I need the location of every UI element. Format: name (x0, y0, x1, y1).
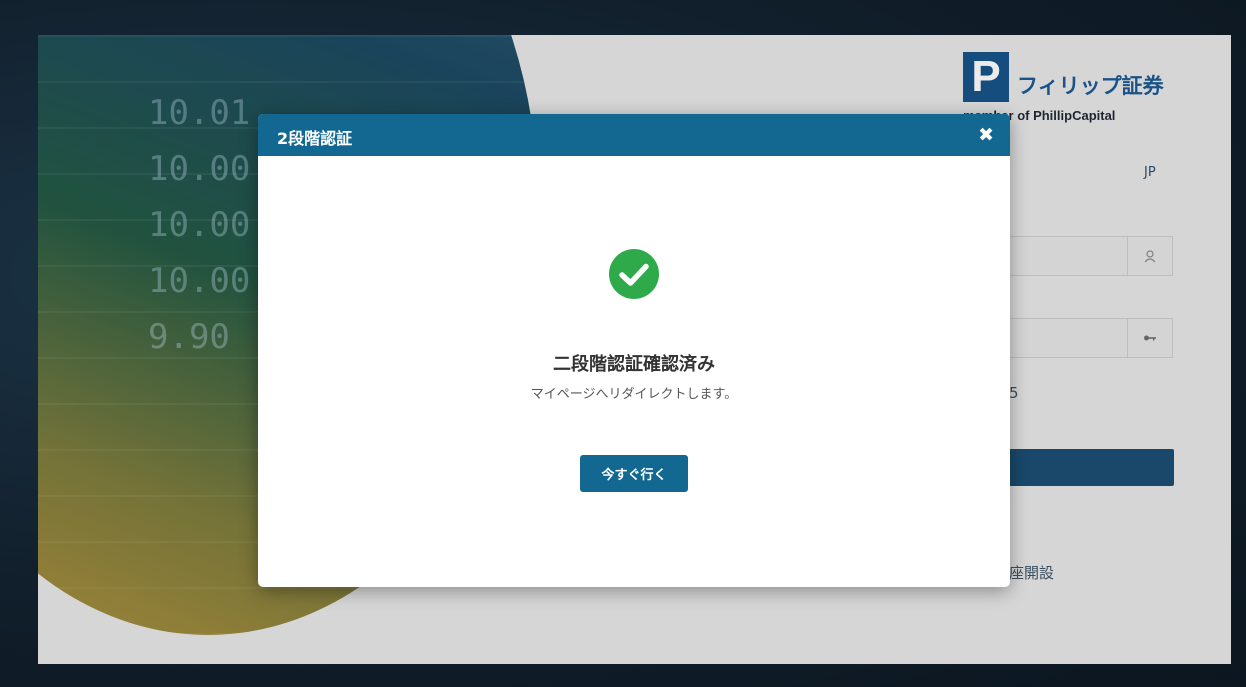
two-factor-modal: 2段階認証 ✖ 二段階認証確認済み マイページへリダイレクトします。 今すぐ行く (258, 114, 1010, 587)
close-icon[interactable]: ✖ (978, 124, 994, 146)
check-circle-icon (609, 249, 659, 299)
go-now-button[interactable]: 今すぐ行く (580, 455, 688, 492)
modal-title: 2段階認証 (277, 129, 353, 148)
status-message: マイページへリダイレクトします。 (530, 387, 738, 402)
status-title: 二段階認証確認済み (553, 354, 715, 375)
modal-header: 2段階認証 ✖ (258, 114, 1010, 156)
